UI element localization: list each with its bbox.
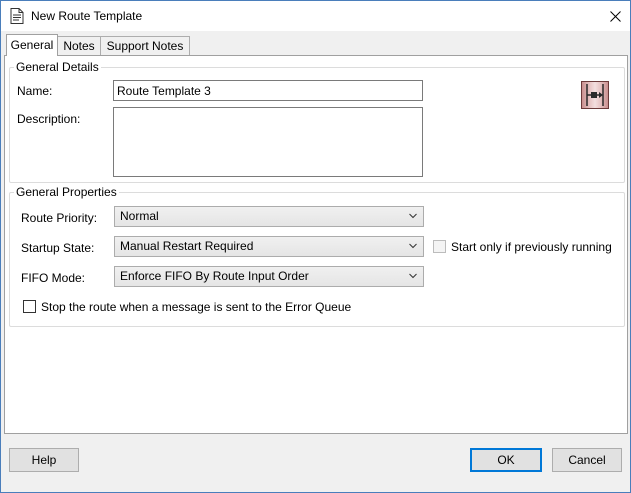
fifo-mode-label: FIFO Mode:	[21, 271, 86, 285]
start-only-label: Start only if previously running	[451, 240, 612, 254]
general-details-group: General Details Name: Description:	[9, 60, 625, 183]
cancel-button[interactable]: Cancel	[552, 448, 622, 472]
tab-label: Support Notes	[106, 39, 184, 53]
dialog-window: New Route Template General Notes Support…	[0, 0, 631, 493]
chevron-down-icon	[409, 273, 417, 279]
general-properties-group: General Properties Route Priority: Norma…	[9, 185, 625, 327]
startup-state-value: Manual Restart Required	[120, 239, 254, 253]
close-button[interactable]	[600, 1, 630, 31]
chevron-down-icon	[409, 213, 417, 219]
tab-support-notes[interactable]: Support Notes	[100, 36, 190, 55]
route-template-icon	[581, 81, 609, 109]
name-label: Name:	[17, 84, 53, 98]
route-priority-label: Route Priority:	[21, 211, 98, 225]
chevron-down-icon	[409, 243, 417, 249]
tab-general[interactable]: General	[6, 34, 58, 56]
fifo-mode-value: Enforce FIFO By Route Input Order	[120, 269, 309, 283]
tab-notes[interactable]: Notes	[57, 36, 101, 55]
tab-panel-general: General Details Name: Description: Gener…	[4, 55, 628, 434]
route-priority-select[interactable]: Normal	[114, 206, 424, 227]
name-field[interactable]	[113, 80, 423, 101]
title-bar: New Route Template	[1, 1, 630, 31]
description-field[interactable]	[113, 107, 423, 177]
group-title: General Properties	[14, 185, 119, 199]
description-label: Description:	[17, 112, 81, 126]
ok-button[interactable]: OK	[470, 448, 542, 472]
tab-label: Notes	[63, 39, 95, 53]
help-button[interactable]: Help	[9, 448, 79, 472]
start-only-checkbox[interactable]	[433, 240, 446, 253]
fifo-mode-select[interactable]: Enforce FIFO By Route Input Order	[114, 266, 424, 287]
group-title: General Details	[14, 60, 101, 74]
document-icon	[10, 8, 24, 24]
startup-state-label: Startup State:	[21, 241, 95, 255]
tab-label: General	[10, 38, 54, 52]
window-title: New Route Template	[31, 9, 143, 23]
close-icon	[609, 10, 621, 22]
startup-state-select[interactable]: Manual Restart Required	[114, 236, 424, 257]
stop-route-label: Stop the route when a message is sent to…	[41, 300, 352, 314]
stop-route-checkbox[interactable]	[23, 300, 36, 313]
route-priority-value: Normal	[120, 209, 159, 223]
